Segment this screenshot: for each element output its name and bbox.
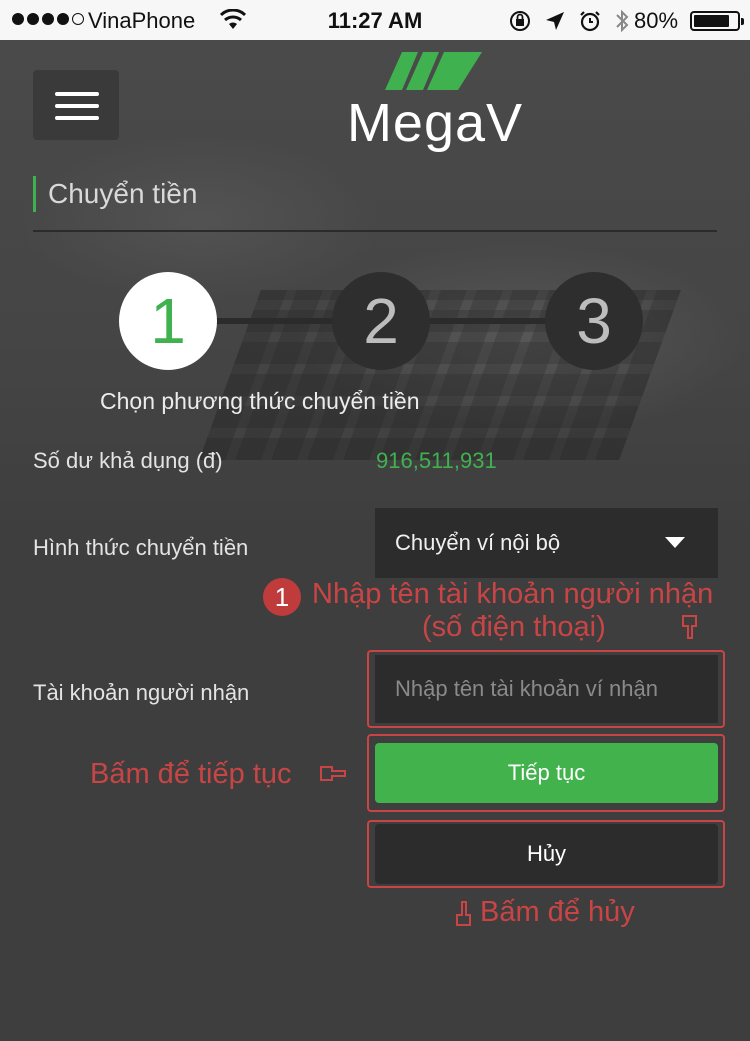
hamburger-menu-button[interactable] xyxy=(33,70,119,140)
step-2: 2 xyxy=(332,272,430,370)
balance-label: Số dư khả dụng (đ) xyxy=(33,448,223,473)
balance-value: 916,511,931 xyxy=(376,448,497,473)
page-title: Chuyển tiền xyxy=(33,176,197,212)
step-1: 1 xyxy=(119,272,217,370)
location-arrow-icon xyxy=(546,12,564,30)
orientation-lock-icon xyxy=(510,11,530,31)
recipient-label: Tài khoản người nhận xyxy=(33,680,250,705)
annotation-badge: 1 xyxy=(263,578,301,616)
hamburger-menu-icon xyxy=(55,92,99,96)
status-bar: VinaPhone 11:27 AM 80% xyxy=(0,0,750,40)
continue-hint: Bấm để tiếp tục xyxy=(90,758,292,790)
pointing-up-hand-icon xyxy=(456,901,471,926)
battery-icon xyxy=(690,11,744,31)
step-label: Chọn phương thức chuyển tiền xyxy=(100,388,420,414)
title-divider xyxy=(33,230,717,232)
cancel-button[interactable]: Hủy xyxy=(375,824,718,884)
recipient-input[interactable]: Nhập tên tài khoản ví nhận xyxy=(375,655,718,723)
pointing-down-hand-icon xyxy=(682,615,697,639)
recipient-hint-line2: (số điện thoại) xyxy=(422,611,606,643)
alarm-icon xyxy=(580,11,600,32)
dropdown-caret-icon xyxy=(665,537,685,548)
recipient-hint-line1: Nhập tên tài khoản người nhận xyxy=(312,578,714,610)
transfer-method-label: Hình thức chuyển tiền xyxy=(33,535,249,560)
cancel-hint: Bấm để hủy xyxy=(480,896,635,928)
battery-percent: 80% xyxy=(634,8,679,33)
transfer-method-value: Chuyển ví nội bộ xyxy=(395,530,561,555)
step-3: 3 xyxy=(545,272,643,370)
transfer-method-select[interactable]: Chuyển ví nội bộ xyxy=(375,508,718,578)
continue-button[interactable]: Tiếp tục xyxy=(375,743,718,803)
logo-text: MegaV xyxy=(346,93,524,153)
pointing-right-hand-icon xyxy=(320,766,346,781)
bluetooth-icon xyxy=(616,9,629,33)
